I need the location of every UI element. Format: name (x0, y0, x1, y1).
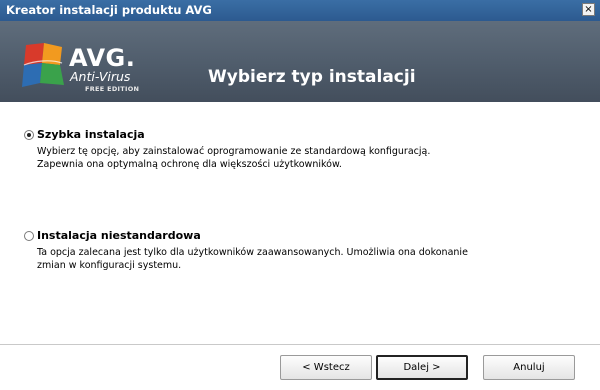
radio-quick-install[interactable] (24, 130, 34, 140)
product-name: Anti-Virus (70, 69, 131, 84)
edition-label: FREE EDITION (85, 85, 140, 93)
next-button[interactable]: Dalej > (376, 355, 468, 380)
option-description-line: zmian w konfiguracji systemu. (37, 260, 182, 271)
option-description-line: Zapewnia ona optymalną ochronę dla więks… (37, 159, 342, 170)
option-label[interactable]: Szybka instalacja (37, 128, 145, 141)
avg-logo-icon (22, 43, 64, 87)
cancel-button[interactable]: Anuluj (483, 355, 575, 380)
brand-name: AVG. (69, 44, 136, 72)
option-label[interactable]: Instalacja niestandardowa (37, 229, 201, 242)
close-button[interactable]: × (582, 3, 595, 16)
page-heading: Wybierz typ instalacji (208, 67, 416, 87)
button-bar: < Wstecz Dalej > Anuluj (0, 345, 600, 390)
option-description-line: Ta opcja zalecana jest tylko dla użytkow… (37, 247, 468, 258)
radio-custom-install[interactable] (24, 231, 34, 241)
option-description-line: Wybierz tę opcję, aby zainstalować oprog… (37, 146, 431, 157)
window-title: Kreator instalacji produktu AVG (6, 3, 212, 17)
header-banner: AVG. Anti-Virus FREE EDITION Wybierz typ… (0, 21, 600, 102)
title-bar: Kreator instalacji produktu AVG × (0, 0, 600, 21)
close-icon: × (584, 4, 593, 15)
back-button[interactable]: < Wstecz (280, 355, 372, 380)
